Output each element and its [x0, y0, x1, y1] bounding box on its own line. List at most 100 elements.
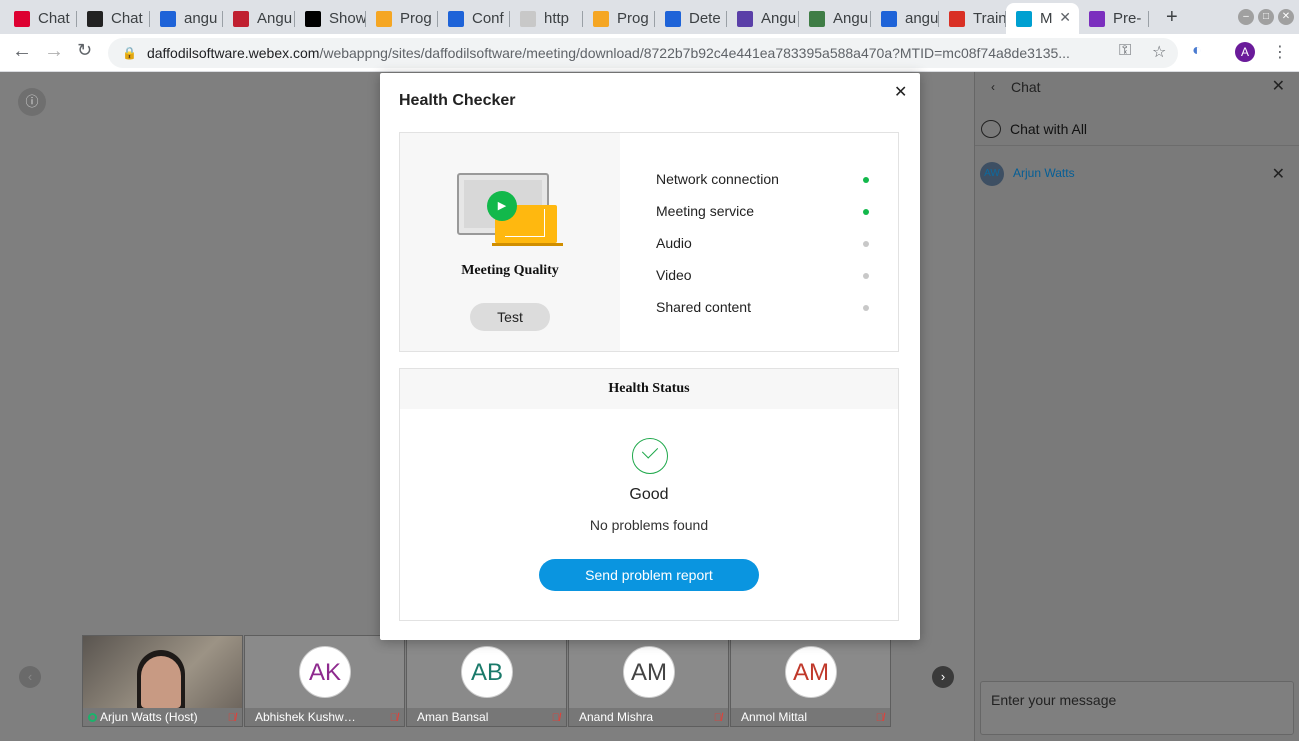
participant-name: Anmol Mittal	[741, 710, 808, 724]
browser-toolbar: ← → ↻ 🔒 daffodilsoftware.webex.com /weba…	[0, 34, 1299, 72]
browser-tab-6[interactable]: Prog	[366, 3, 438, 34]
chat-with-all-label: Chat with All	[1010, 121, 1088, 137]
browser-tab-2[interactable]: Chat	[77, 3, 150, 34]
react-icon	[737, 10, 753, 27]
health-check-label: Meeting service	[656, 203, 755, 219]
browser-tab-16[interactable]: Pre-	[1079, 3, 1149, 34]
browser-tab-14[interactable]: Train	[939, 3, 1006, 34]
profile-avatar[interactable]: A	[1235, 42, 1255, 62]
participant-tile[interactable]: AM Anand Mishra 🎙̸	[568, 635, 729, 727]
meeting-quality-summary: ▶ Meeting Quality Test	[400, 133, 620, 351]
tab-label: Chat	[111, 10, 143, 27]
browser-tab-11[interactable]: Angu	[727, 3, 799, 34]
muted-mic-icon: 🎙̸	[551, 712, 560, 724]
participant-video	[83, 636, 242, 708]
tab-label: Angu	[761, 10, 797, 27]
health-check-row: Audio	[656, 235, 876, 267]
shield-icon	[376, 10, 392, 27]
browser-tab-15[interactable]: M ✕	[1006, 3, 1079, 34]
status-dot-icon	[863, 241, 869, 247]
meeting-info-icon[interactable]: ⓘ	[18, 88, 46, 116]
status-text: Good	[629, 486, 669, 503]
chat-bubble-icon	[981, 120, 1001, 138]
forward-arrow-icon[interactable]: →	[44, 40, 64, 63]
meeting-quality-panel: ▶ Meeting Quality Test Network connectio…	[399, 132, 899, 352]
browser-tab-10[interactable]: Dete	[655, 3, 727, 34]
extension-icon[interactable]: ◐	[1192, 42, 1202, 60]
remove-participant-icon[interactable]: ✕	[1272, 164, 1285, 184]
test-button[interactable]: Test	[470, 303, 550, 331]
health-status-panel: Health Status Good No problems found Sen…	[399, 368, 899, 621]
health-check-row: Shared content	[656, 299, 876, 331]
close-tab-icon[interactable]: ✕	[1059, 9, 1071, 26]
participant-name-bar: Anand Mishra	[569, 708, 728, 726]
checkmark-icon	[632, 438, 668, 474]
address-bar[interactable]: 🔒 daffodilsoftware.webex.com /webappng/s…	[108, 38, 1178, 68]
health-check-label: Shared content	[656, 299, 751, 315]
participant-initials-avatar: AB	[461, 646, 513, 698]
close-chat-icon[interactable]: ✕	[1272, 72, 1285, 102]
angular-icon	[14, 10, 30, 27]
chat-with-all[interactable]: Chat with All	[975, 112, 1299, 146]
message-input[interactable]: Enter your message	[980, 681, 1294, 735]
dialog-title: Health Checker	[399, 92, 516, 109]
health-check-list: Network connection Meeting service Audio Vi…	[656, 171, 876, 331]
key-icon[interactable]: ⚿	[1119, 42, 1131, 60]
browser-tab-7[interactable]: Conf	[438, 3, 510, 34]
browser-tab-8[interactable]: http	[510, 3, 583, 34]
medium-icon	[305, 10, 321, 27]
minimize-window-icon[interactable]: –	[1238, 9, 1254, 25]
participant-tile[interactable]: AK Abhishek Kushw… 🎙̸	[244, 635, 405, 727]
tab-label: Prog	[400, 10, 432, 27]
chevron-left-icon[interactable]: ‹	[991, 72, 995, 102]
participant-name-bar: Arjun Watts (Host)	[83, 708, 242, 726]
url-path: /webappng/sites/daffodilsoftware/meeting…	[319, 45, 1070, 61]
tab-label: Conf	[472, 10, 504, 27]
participant-name: Anand Mishra	[579, 710, 654, 724]
tab-label: Angu	[257, 10, 293, 27]
participant-name-bar: Anmol Mittal	[731, 708, 890, 726]
participant-name: Aman Bansal	[417, 710, 489, 724]
host-indicator-icon	[88, 713, 97, 723]
participant-tile[interactable]: Arjun Watts (Host) 🎙̸	[82, 635, 243, 727]
browser-tab-3[interactable]: angu	[150, 3, 223, 34]
status-detail: No problems found	[589, 517, 709, 533]
new-tab-button[interactable]: +	[1166, 6, 1178, 29]
tab-label: Train	[973, 10, 1006, 27]
tab-label: Show	[329, 10, 366, 27]
next-participants-icon[interactable]: ›	[932, 666, 954, 688]
tab-label: Dete	[689, 10, 721, 27]
send-problem-report-button[interactable]: Send problem report	[539, 559, 759, 591]
bookmark-star-icon[interactable]: ☆	[1152, 42, 1166, 62]
chat-participant-row[interactable]: AW Arjun Watts ✕	[975, 160, 1299, 188]
browser-tab-4[interactable]: Angu	[223, 3, 295, 34]
browser-tab-1[interactable]: Chat	[4, 3, 77, 34]
health-check-row: Network connection	[656, 171, 876, 203]
reload-icon[interactable]: ↻	[77, 40, 92, 61]
browser-tab-12[interactable]: Angu	[799, 3, 871, 34]
back-arrow-icon[interactable]: ←	[12, 40, 32, 63]
maximize-window-icon[interactable]: □	[1258, 9, 1274, 25]
previous-participants-icon[interactable]: ‹	[19, 666, 41, 688]
laptop-base	[492, 243, 563, 246]
status-dot-icon	[863, 177, 869, 183]
chat-icon	[87, 10, 103, 27]
bolt-icon	[881, 10, 897, 27]
browser-tab-5[interactable]: Show	[295, 3, 366, 34]
close-dialog-icon[interactable]: ✕	[894, 82, 907, 102]
menu-kebab-icon[interactable]: ⋮	[1272, 42, 1288, 62]
bolt-icon	[448, 10, 464, 27]
tab-label: angu	[184, 10, 218, 27]
participant-tile[interactable]: AB Aman Bansal 🎙̸	[406, 635, 567, 727]
tab-label: Prog	[617, 10, 649, 27]
close-window-icon[interactable]: ✕	[1278, 9, 1294, 25]
webex-icon	[1016, 10, 1032, 27]
browser-tab-13[interactable]: angu	[871, 3, 939, 34]
health-check-label: Network connection	[656, 171, 779, 187]
health-checker-dialog: Health Checker ✕ ▶ Meeting Quality Test …	[380, 73, 920, 640]
participant-initials-avatar: AM	[623, 646, 675, 698]
participant-tile[interactable]: AM Anmol Mittal 🎙̸	[730, 635, 891, 727]
browser-tab-9[interactable]: Prog	[583, 3, 655, 34]
status-dot-icon	[863, 209, 869, 215]
tab-label: Pre-	[1113, 10, 1142, 27]
